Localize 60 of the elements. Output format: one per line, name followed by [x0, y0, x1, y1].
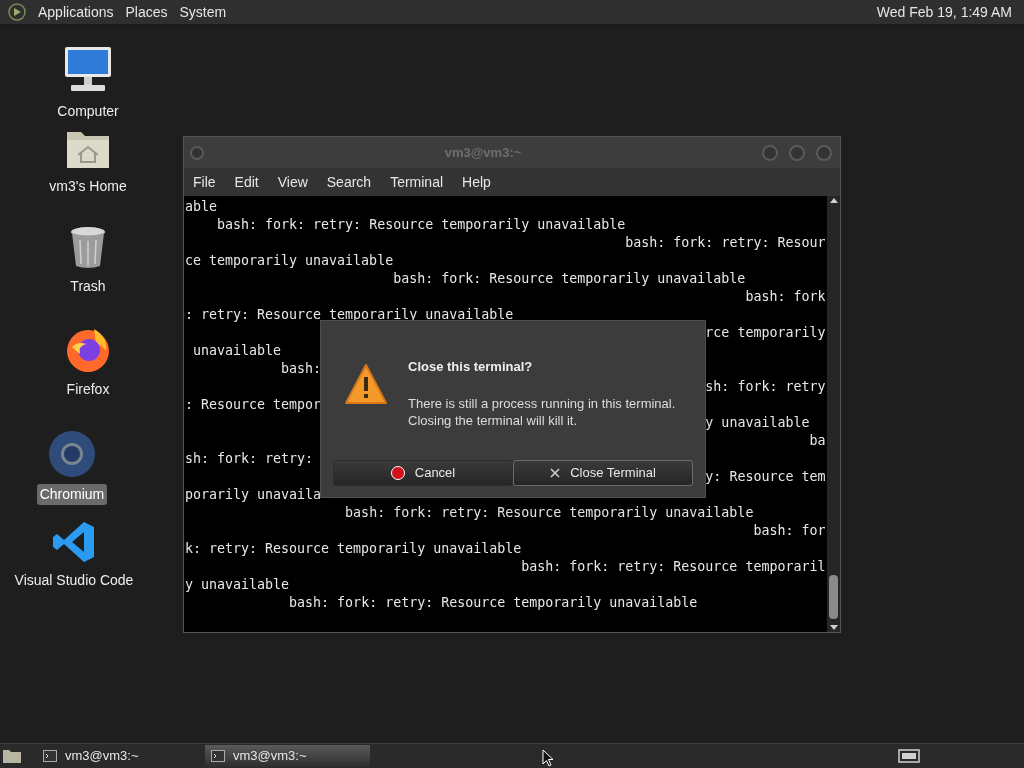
terminal-line: : retry: Resource temporarily unavailable [185, 306, 514, 324]
desktop-icon-label[interactable]: Chromium [36, 484, 108, 505]
close-icon [550, 468, 561, 478]
terminal-line: y unavailable [705, 414, 810, 432]
code-editor-icon [52, 520, 96, 564]
terminal-line: bash: fork [745, 288, 826, 306]
terminal-line: ba [809, 432, 826, 450]
terminal-line: bash: fork: retry: Resource temporaril [521, 558, 826, 576]
desktop-icon-label[interactable]: Visual Studio Code [11, 570, 137, 591]
terminal-line: rce temporarily [705, 324, 826, 342]
workspace-icon[interactable] [898, 749, 920, 763]
terminal-line: bash: fork: retry: Resource temporarily unavailable [289, 594, 698, 612]
terminal-line: able [185, 198, 218, 216]
panel-menu[interactable]: Applications [38, 1, 114, 23]
menu-item[interactable]: Terminal [390, 171, 444, 193]
terminal-line: bash: fork: retry: Resour [625, 234, 826, 252]
terminal-line: bash: fork: retry: Resource temporarily unavailable [217, 216, 626, 234]
scrollbar[interactable] [827, 196, 840, 632]
terminal-line: porarily unavaila [185, 486, 322, 504]
terminal-line: bash: fork: retry: Resource temporarily unavailable [345, 504, 754, 522]
terminal-line: sh: fork: retry [705, 378, 826, 396]
mouse-pointer-icon [542, 749, 554, 767]
panel-menu[interactable]: Places [125, 1, 168, 23]
terminal-line: y unavailable [185, 576, 290, 594]
terminal-line: unavailable [192, 342, 282, 360]
scroll-up-icon[interactable] [829, 198, 838, 203]
terminal-line: ce temporarily unavailable [185, 252, 394, 270]
show-desktop-icon[interactable] [2, 748, 22, 764]
terminal-line: : Resource tempor [185, 396, 322, 414]
panel-menu[interactable]: System [179, 1, 227, 23]
dialog-title: Close this terminal? [408, 358, 534, 376]
desktop-icon-label[interactable]: Firefox [63, 379, 113, 400]
dialog-message: There is still a process running in this terminal. Closing the terminal will kill it. [408, 394, 676, 429]
warning-icon [344, 363, 388, 407]
menu-item[interactable]: Search [326, 171, 372, 193]
terminal-icon [43, 750, 57, 762]
cancel-button[interactable]: Cancel [333, 460, 513, 486]
terminal-icon [211, 750, 225, 762]
scroll-down-icon[interactable] [829, 625, 838, 630]
taskbar-button[interactable]: vm3@vm3:~ [205, 745, 370, 767]
desktop-icon-label[interactable]: Trash [67, 276, 109, 297]
terminal-line: sh: fork: retry: [185, 450, 314, 468]
menu-item[interactable]: View [277, 171, 308, 193]
terminal-line: bash: for [753, 522, 826, 540]
logo-icon[interactable] [8, 3, 26, 21]
desktop-icon-label[interactable]: vm3's Home [46, 176, 130, 197]
terminal-line: k: retry: Resource temporarily unavailable [185, 540, 522, 558]
clock[interactable]: Wed Feb 19, 1:49 AM [876, 1, 1016, 23]
menu-item[interactable]: Edit [234, 171, 259, 193]
stop-icon [390, 466, 405, 480]
menu-item[interactable]: Help [462, 171, 491, 193]
terminal-line: y: Resource tem [705, 468, 826, 486]
scroll-thumb[interactable] [829, 575, 838, 619]
desktop-icon-label[interactable]: Computer [54, 101, 122, 122]
trash-icon [68, 226, 108, 270]
terminal-line: bash: fork: Resource temporarily unavailable [393, 270, 746, 288]
close-terminal-button[interactable]: Close Terminal [513, 460, 693, 486]
menu-item[interactable]: File [193, 171, 216, 193]
chromium-icon [48, 430, 96, 478]
terminal-line: bash: [281, 360, 322, 378]
